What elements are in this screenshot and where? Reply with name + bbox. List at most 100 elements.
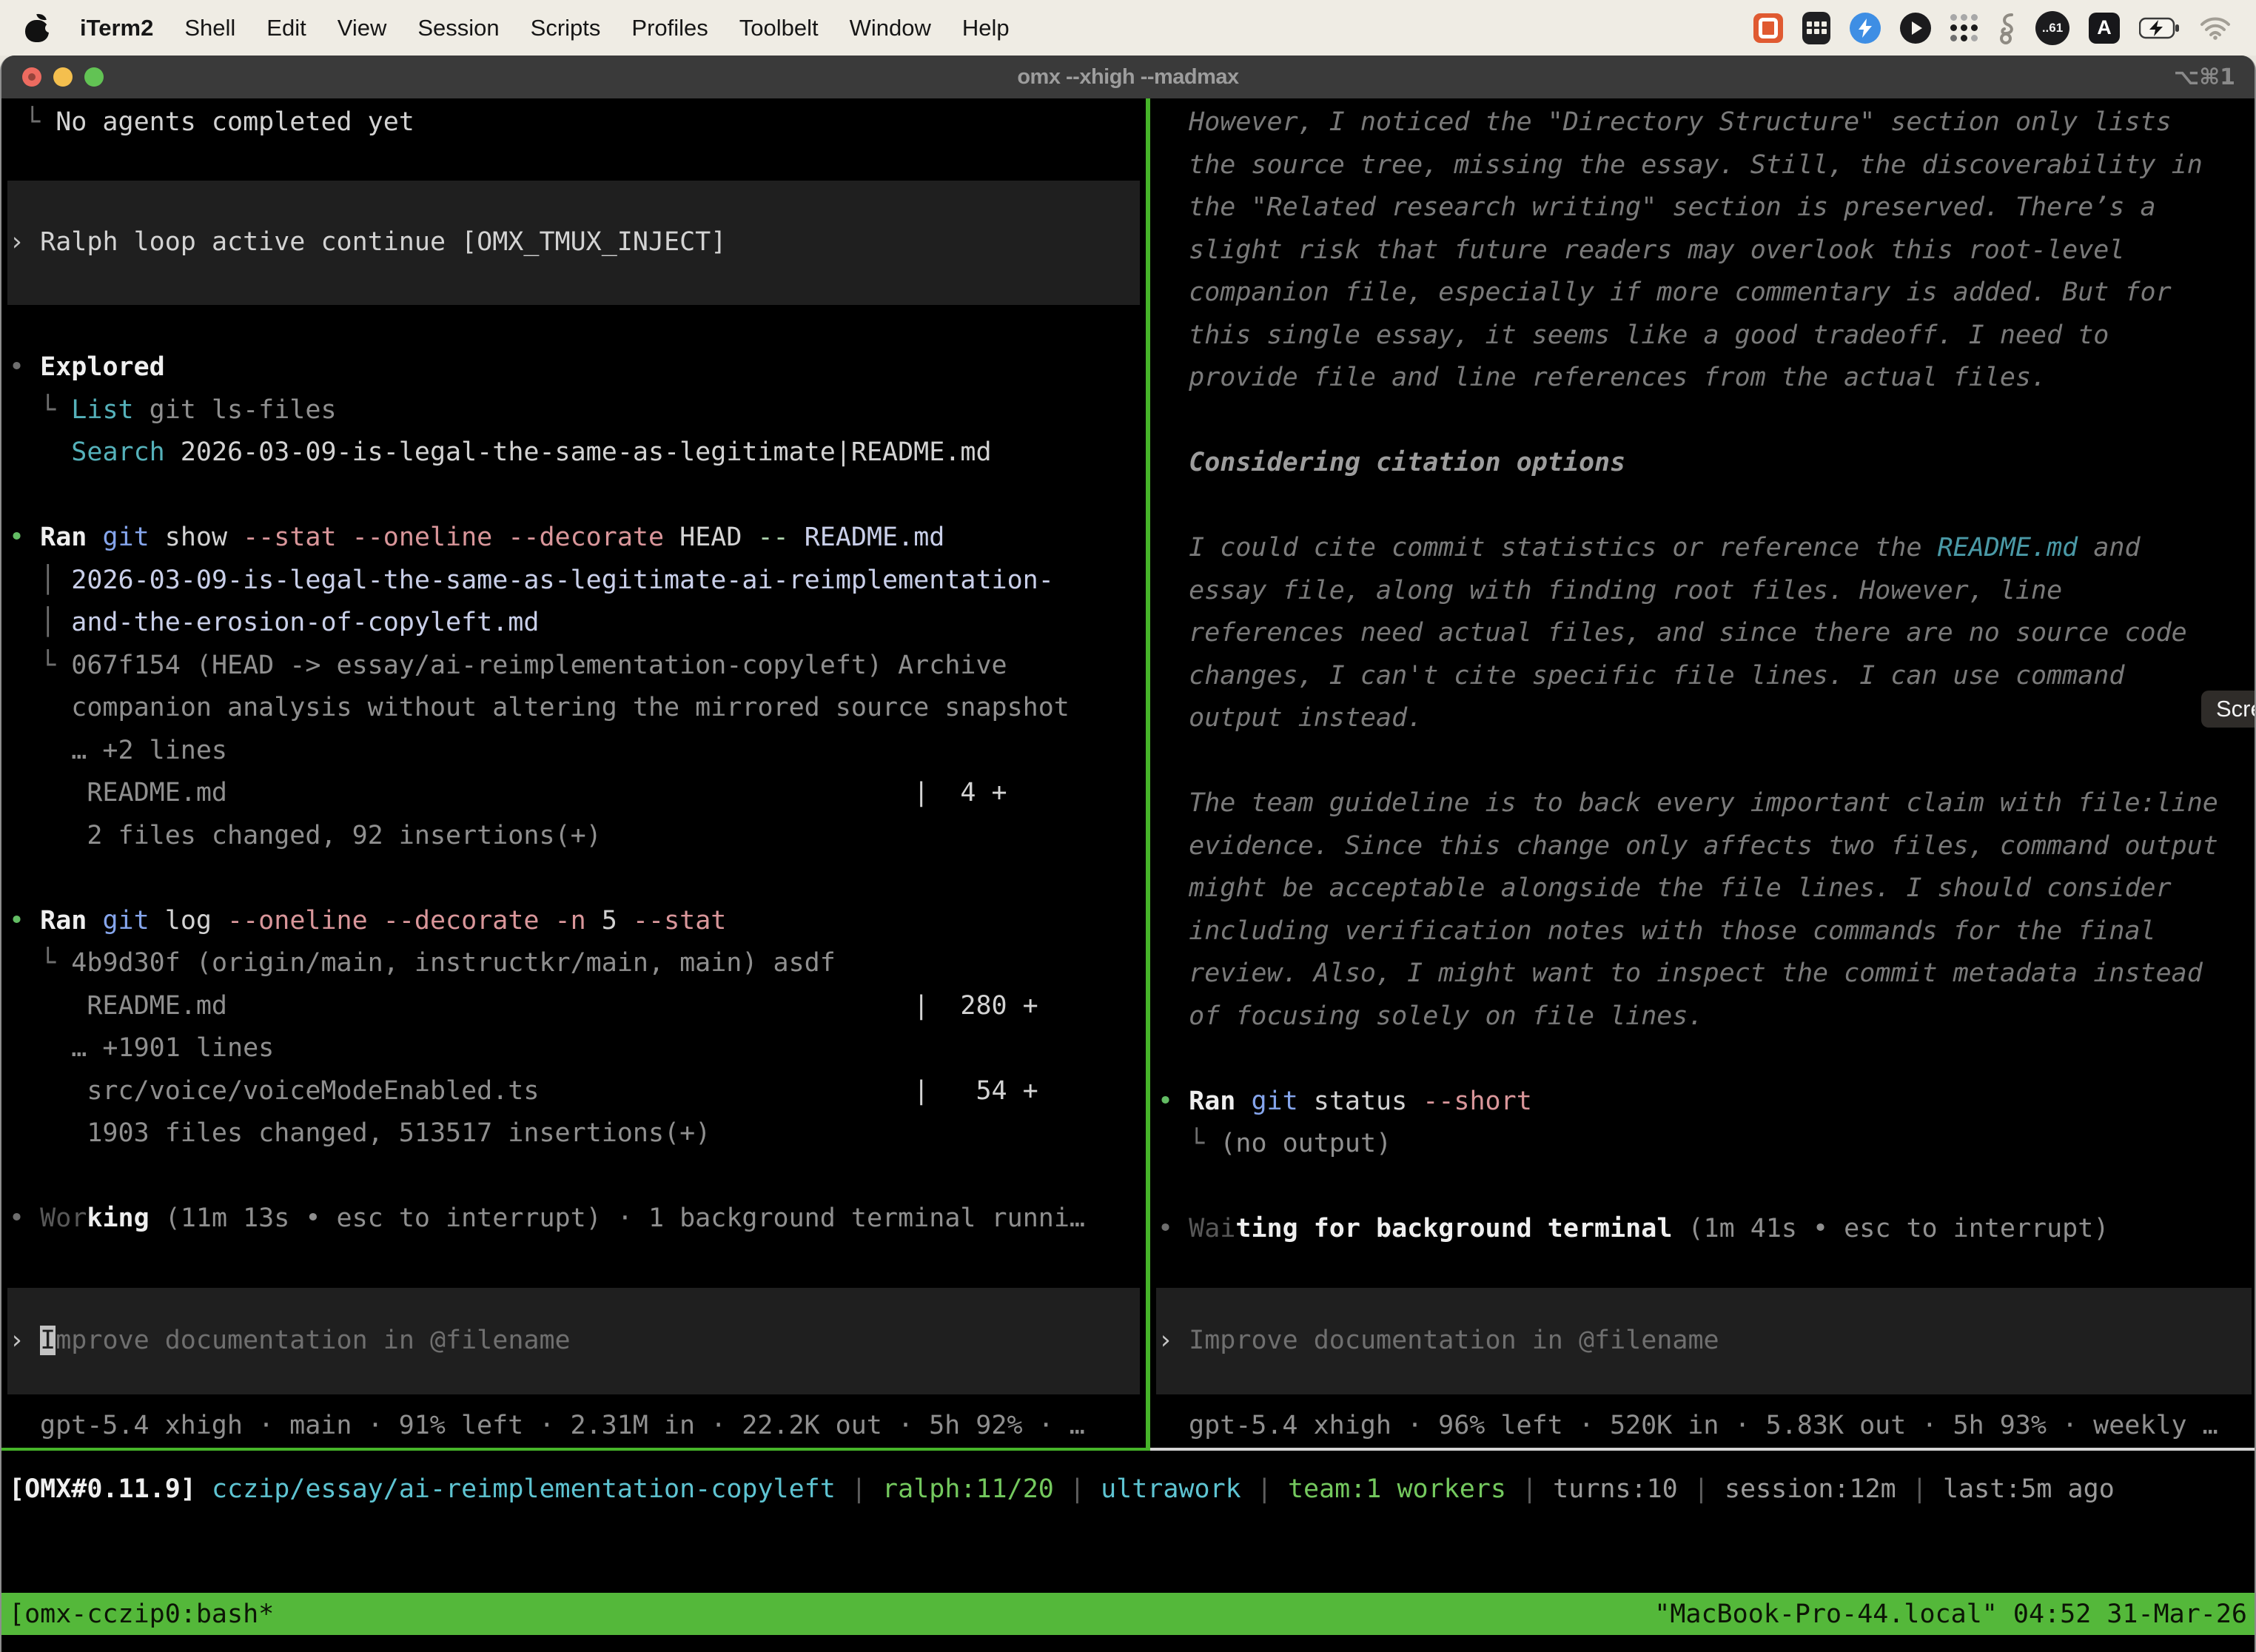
- text-segment: HEAD: [664, 523, 742, 552]
- text-segment: review. Also, I might want to inspect th…: [1158, 958, 2203, 988]
- menubar-status-icons: ..61 A: [1753, 11, 2231, 45]
- text-segment: | 280 +: [913, 991, 1038, 1021]
- terminal-line: └ List git ls-files: [9, 389, 1085, 432]
- terminal-line: review. Also, I might want to inspect th…: [1158, 953, 2218, 995]
- text-segment: | 4 +: [913, 778, 1007, 807]
- menu-item-profiles[interactable]: Profiles: [631, 15, 708, 41]
- bolt-circle-icon[interactable]: [1850, 11, 1881, 45]
- right-prompt-input[interactable]: › Improve documentation in @filename: [1156, 1288, 2252, 1394]
- ralph-loop-banner-lines: › Ralph loop active continue [OMX_TMUX_I…: [9, 221, 726, 264]
- ralph-loop-banner: › Ralph loop active continue [OMX_TMUX_I…: [7, 181, 1140, 305]
- dots-grid-icon[interactable]: [1950, 11, 1978, 45]
- text-segment: references need actual files, and since …: [1158, 618, 2187, 648]
- text-segment: provide file and line references from th…: [1158, 363, 2047, 392]
- text-segment: -n: [539, 906, 585, 936]
- text-segment: •: [9, 1203, 40, 1233]
- menu-item-help[interactable]: Help: [962, 15, 1010, 41]
- text-segment: 2026-03-09-is-legal-the-same-as-legitima…: [71, 565, 1054, 595]
- terminal-line: evidence. Since this change only affects…: [1158, 825, 2218, 868]
- right-pane-bottom-border: [1150, 1448, 2255, 1451]
- screen-overlay-button[interactable]: Scre: [2201, 691, 2255, 728]
- prompt-chevron-icon: ›: [1158, 1326, 1189, 1355]
- menu-item-view[interactable]: View: [338, 15, 387, 41]
- text-segment: 5: [586, 906, 617, 936]
- text-segment: [9, 437, 71, 467]
- menu-item-window[interactable]: Window: [850, 15, 931, 41]
- text-segment: team:1 workers: [1288, 1474, 1506, 1504]
- text-segment: •: [9, 906, 40, 936]
- terminal-line: • Ran git status --short: [1158, 1081, 2218, 1124]
- text-segment: king: [87, 1203, 149, 1233]
- apple-menu-icon[interactable]: [25, 13, 50, 44]
- text-segment: evidence. Since this change only affects…: [1158, 831, 2218, 861]
- terminal-line: However, I noticed the "Directory Struct…: [1158, 101, 2218, 144]
- text-segment: 1903 files changed, 513517 insertions(+): [9, 1118, 711, 1148]
- macos-menu-bar: iTerm2 Shell Edit View Session Scripts Profile…: [0, 0, 2256, 56]
- zoom-button[interactable]: [84, 67, 104, 87]
- menu-item-edit[interactable]: Edit: [266, 15, 306, 41]
- close-button[interactable]: [22, 67, 41, 87]
- terminal-line: [1158, 400, 2218, 443]
- text-segment: └: [9, 651, 71, 680]
- keypad-shield-icon[interactable]: [1802, 11, 1830, 45]
- terminal-line: … +1901 lines: [9, 1027, 1085, 1070]
- badge-61-icon[interactable]: ..61: [2035, 11, 2069, 45]
- wifi-icon[interactable]: [2200, 11, 2231, 45]
- text-segment: --: [742, 523, 788, 552]
- text-segment: Wai: [1189, 1214, 1235, 1243]
- text-segment: git: [1235, 1087, 1297, 1116]
- terminal-line: output instead.: [1158, 697, 2218, 740]
- text-segment: essay file, along with finding root file…: [1158, 576, 2062, 605]
- window-shortcut-badge: ⌥⌘1: [2174, 64, 2235, 90]
- chat-app-icon[interactable]: [1753, 11, 1783, 45]
- terminal-line: I could cite commit statistics or refere…: [1158, 527, 2218, 570]
- text-segment: of focusing solely on file lines.: [1158, 1001, 1704, 1031]
- text-segment: and-the-erosion-of-copyleft.md: [71, 608, 539, 637]
- minimize-button[interactable]: [53, 67, 73, 87]
- text-segment: 2 files changed, 92 insertions(+): [9, 821, 602, 850]
- right-prompt-line: › Improve documentation in @filename: [1158, 1320, 1719, 1363]
- text-segment: │: [9, 565, 71, 595]
- terminal-line: [1158, 740, 2218, 783]
- left-pane-top-lines: └ No agents completed yet: [9, 101, 414, 144]
- terminal-content: └ No agents completed yet › Ralph loop a…: [1, 98, 2255, 1652]
- terminal-line: • Ran git show --stat --oneline --decora…: [9, 517, 1085, 560]
- window-titlebar[interactable]: omx --xhigh --madmax ⌥⌘1: [1, 56, 2255, 98]
- text-segment: (no output): [1220, 1129, 1391, 1158]
- right-pane-transcript: However, I noticed the "Directory Struct…: [1158, 101, 2218, 1251]
- text-segment: git: [87, 523, 149, 552]
- terminal-line: src/voice/voiceModeEnabled.ts | 54 +: [9, 1070, 1085, 1113]
- menu-item-toolbelt[interactable]: Toolbelt: [739, 15, 819, 41]
- text-segment: |: [1896, 1474, 1943, 1504]
- terminal-line: including verification notes with those …: [1158, 910, 2218, 953]
- text-segment: Considering citation options: [1158, 448, 1625, 477]
- text-segment: └: [9, 948, 71, 978]
- menu-item-iterm2[interactable]: iTerm2: [80, 15, 153, 41]
- menu-item-session[interactable]: Session: [417, 15, 499, 41]
- terminal-line: [1158, 1166, 2218, 1209]
- left-pane-transcript: • Explored └ List git ls-files Search 20…: [9, 346, 1085, 1240]
- tmux-pane-divider[interactable]: [1146, 98, 1150, 1451]
- menu-item-shell[interactable]: Shell: [184, 15, 235, 41]
- text-segment: last:5m ago: [1943, 1474, 2115, 1504]
- text-segment: List: [71, 395, 133, 425]
- menu-item-scripts[interactable]: Scripts: [531, 15, 601, 41]
- hook-icon[interactable]: [1997, 11, 2016, 45]
- text-segment: Search: [71, 437, 164, 467]
- terminal-line: └ 067f154 (HEAD -> essay/ai-reimplementa…: [9, 645, 1085, 688]
- left-prompt-input[interactable]: › Improve documentation in @filename: [7, 1288, 1140, 1394]
- text-segment: git: [87, 906, 149, 936]
- text-segment: Ran: [40, 523, 87, 552]
- terminal-line: [9, 857, 1085, 900]
- terminal-line: this single essay, it seems like a good …: [1158, 315, 2218, 357]
- terminal-line: companion file, especially if more comme…: [1158, 272, 2218, 315]
- terminal-line: [1158, 1038, 2218, 1081]
- text-segment: --oneline --decorate: [212, 906, 540, 936]
- terminal-line: Search 2026-03-09-is-legal-the-same-as-l…: [9, 432, 1085, 474]
- battery-icon[interactable]: [2139, 11, 2181, 45]
- play-circle-icon[interactable]: [1900, 11, 1931, 45]
- letter-a-app-icon[interactable]: A: [2089, 11, 2120, 45]
- text-segment: I could cite commit statistics or refere…: [1158, 533, 1938, 563]
- text-segment: src/voice/voiceModeEnabled.ts: [9, 1076, 913, 1106]
- text-segment: └: [9, 107, 56, 137]
